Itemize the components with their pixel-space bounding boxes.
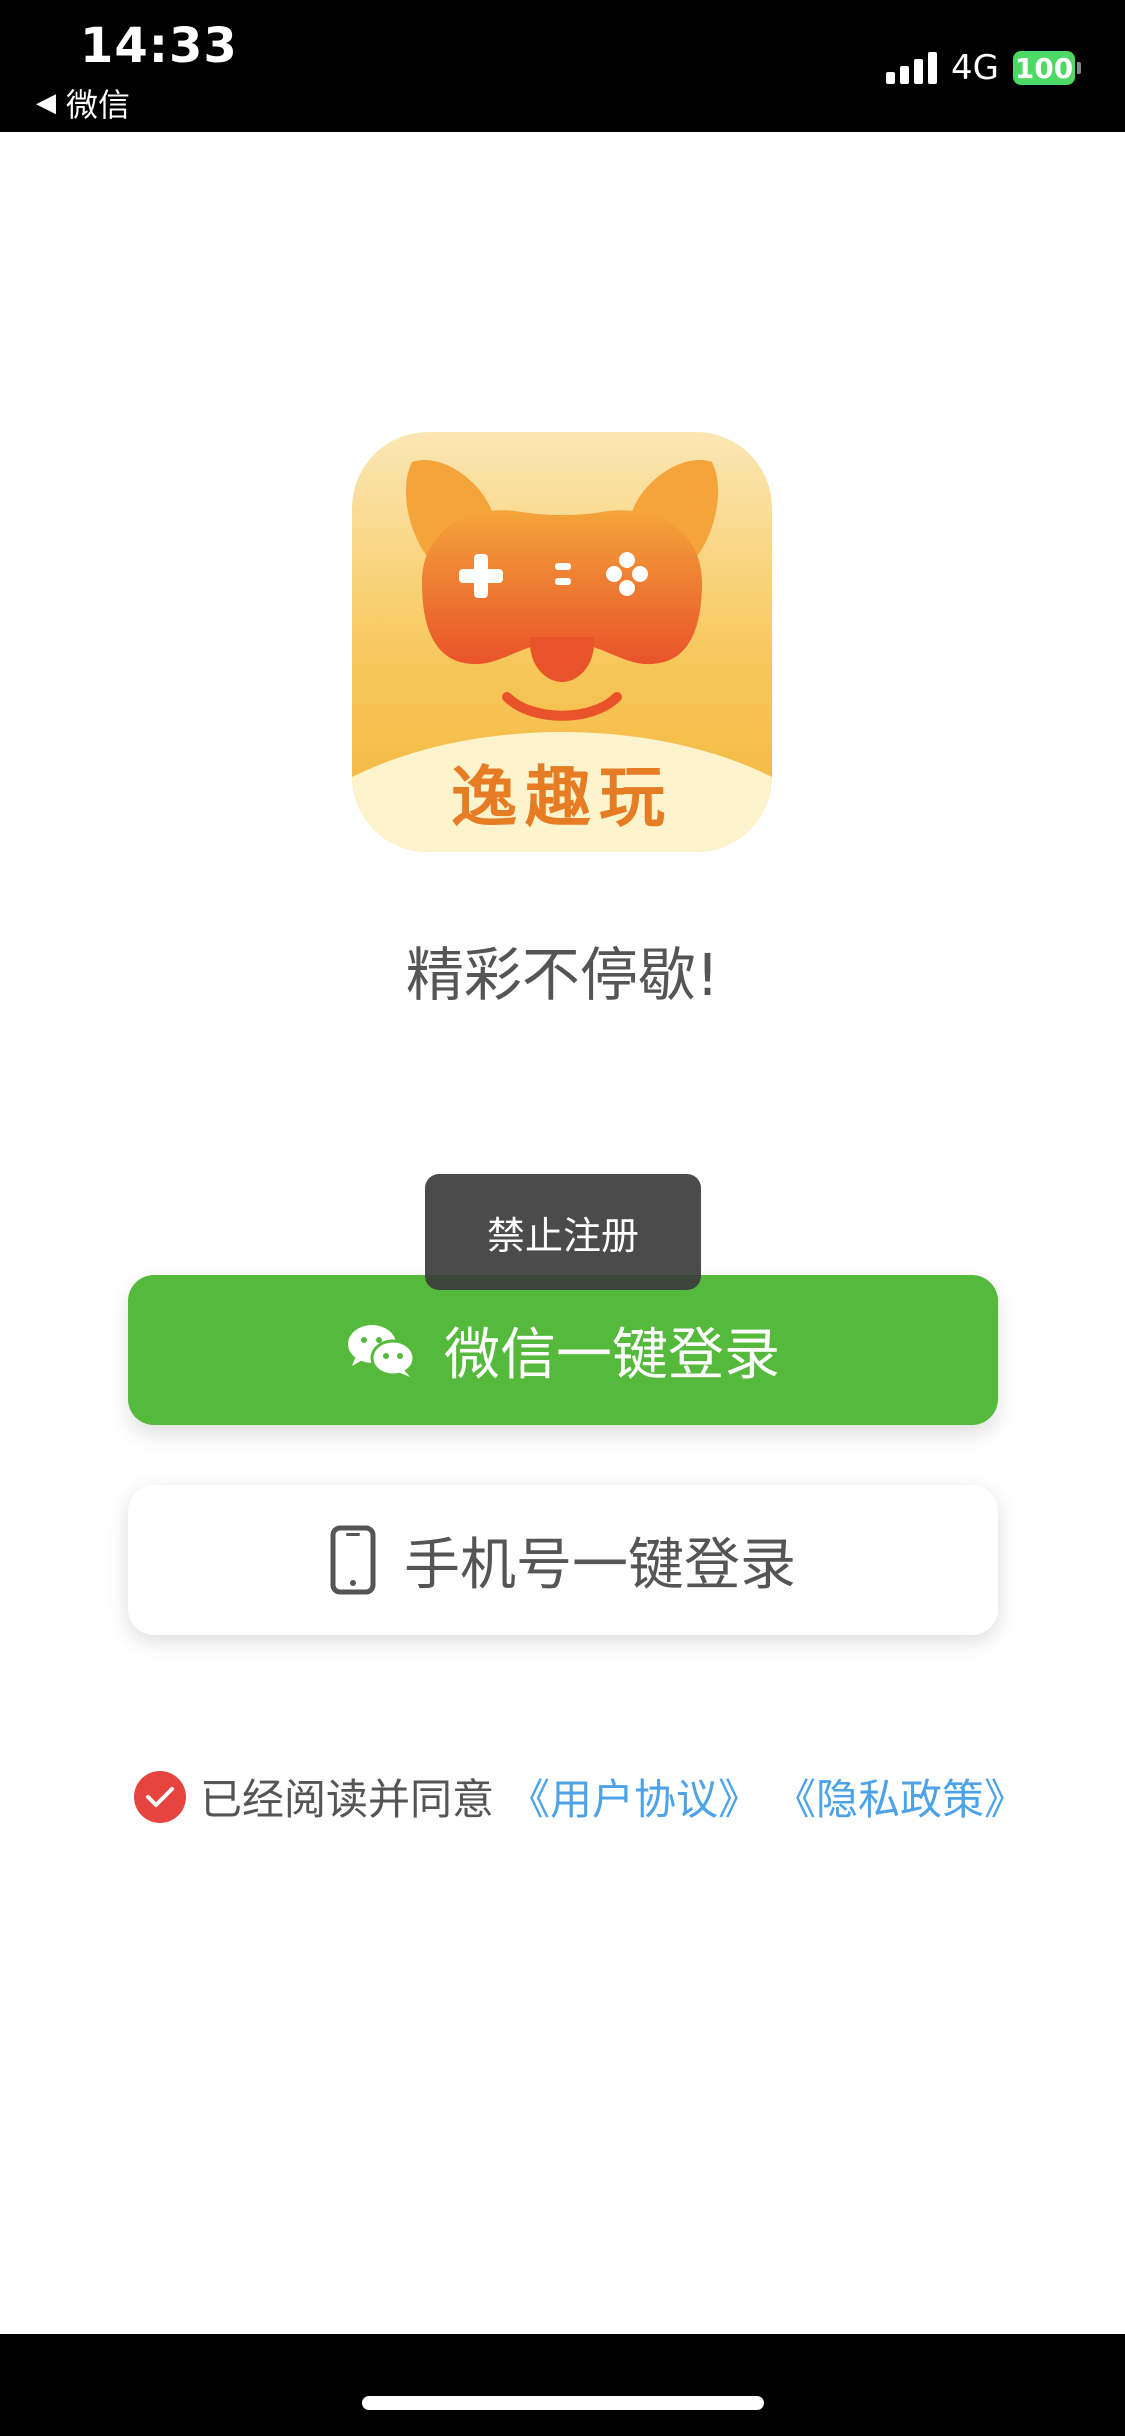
agreement-row: 已经阅读并同意 《用户协议》 《隐私政策》 [134, 1766, 1026, 1827]
back-to-wechat-button[interactable]: ◀ 微信 [36, 80, 130, 126]
user-agreement-link[interactable]: 《用户协议》 [508, 1766, 760, 1827]
network-type: 4G [951, 48, 999, 88]
agreement-prefix: 已经阅读并同意 [200, 1775, 495, 1824]
signal-icon [886, 52, 938, 84]
wechat-login-label: 微信一键登录 [444, 1322, 780, 1388]
status-time: 14:33 [80, 18, 238, 74]
phone-icon [330, 1525, 376, 1595]
agreement-checkbox[interactable] [134, 1770, 186, 1823]
phone-login-button[interactable]: 手机号一键登录 [128, 1485, 998, 1635]
home-indicator[interactable] [362, 2396, 764, 2410]
phone-login-label: 手机号一键登录 [404, 1532, 796, 1598]
login-screen: 14:33 ◀ 微信 4G 100 逸趣玩 精彩不停歇! 禁止注册 微信一键登录… [0, 0, 1125, 2436]
app-logo: 逸趣玩 [352, 432, 772, 852]
wechat-icon [346, 1322, 416, 1378]
bottom-bar [0, 2334, 1125, 2436]
status-indicators: 4G 100 [886, 48, 1081, 88]
privacy-policy-link[interactable]: 《隐私政策》 [774, 1766, 1026, 1827]
back-arrow-icon: ◀ [36, 88, 56, 118]
back-label: 微信 [66, 86, 131, 124]
toast-message: 禁止注册 [425, 1174, 701, 1290]
app-slogan: 精彩不停歇! [405, 941, 720, 1009]
check-icon [146, 1786, 174, 1807]
status-bar: 14:33 ◀ 微信 4G 100 [0, 0, 1125, 132]
logo-text: 逸趣玩 [451, 759, 673, 836]
wechat-login-button[interactable]: 微信一键登录 [128, 1275, 998, 1425]
battery-icon: 100 [1013, 51, 1081, 85]
battery-level: 100 [1013, 51, 1075, 85]
